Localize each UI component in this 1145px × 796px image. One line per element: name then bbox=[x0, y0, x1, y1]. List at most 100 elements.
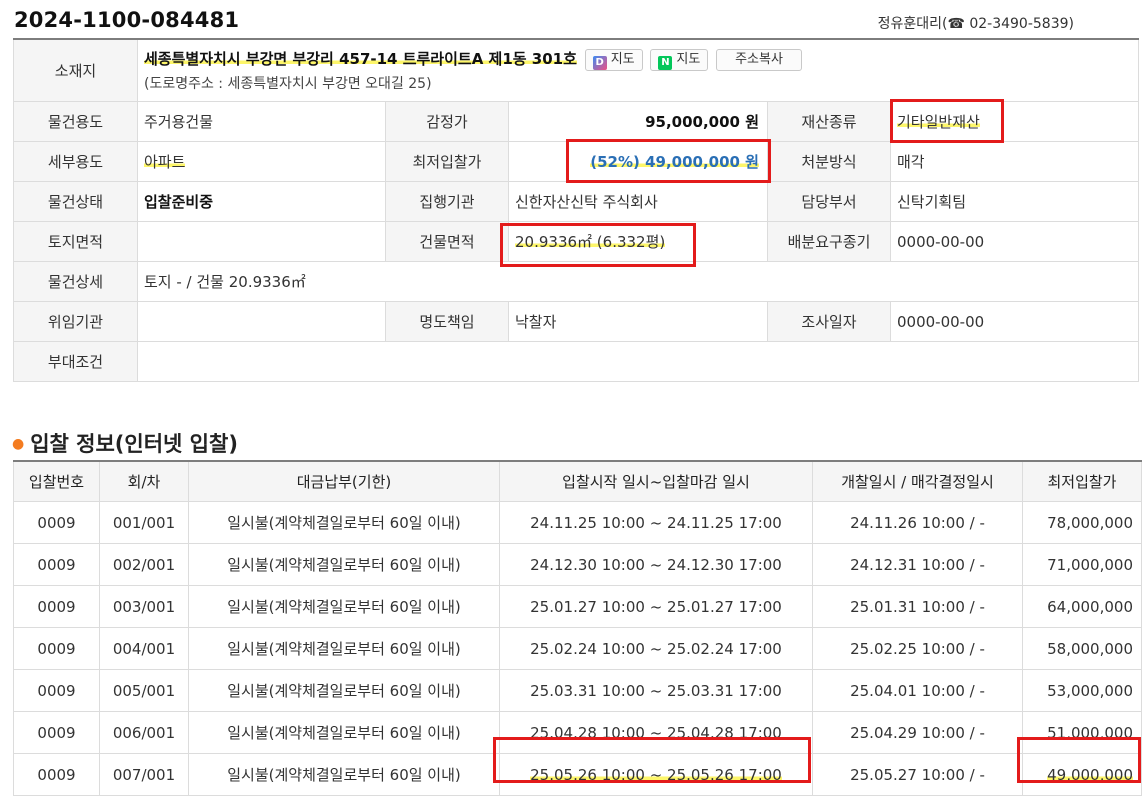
section-bullet-icon: ● bbox=[12, 436, 25, 452]
location-value: 세종특별자치시 부강면 부강리 457-14 트루라이트A 제1동 301호 D… bbox=[137, 38, 1139, 102]
round-text: 006/001 bbox=[112, 723, 176, 742]
bid-no-text: 0009 bbox=[37, 639, 76, 658]
bid-no-cell: 0009 bbox=[13, 543, 100, 586]
info-row-detail: 물건상세 토지 - / 건물 20.9336㎡ bbox=[13, 261, 1139, 302]
payment-text: 일시불(계약체결일로부터 60일 이내) bbox=[227, 724, 461, 742]
payment-cell: 일시불(계약체결일로부터 60일 이내) bbox=[188, 669, 500, 712]
bid-no-text: 0009 bbox=[37, 765, 76, 784]
bid-section-title: ● 입찰 정보(인터넷 입찰) bbox=[12, 428, 238, 458]
bid-no-text: 0009 bbox=[37, 513, 76, 532]
opening-text: 25.05.27 10:00 / - bbox=[850, 765, 985, 784]
opening-cell: 25.04.29 10:00 / - bbox=[812, 711, 1023, 754]
disposal-value: 매각 bbox=[890, 141, 1139, 182]
min-bid-cell: (52%) 49,000,000 원 bbox=[508, 141, 768, 182]
round-cell: 002/001 bbox=[99, 543, 189, 586]
daum-map-icon: D bbox=[592, 55, 607, 70]
round-cell: 004/001 bbox=[99, 627, 189, 670]
location-row: 소재지 세종특별자치시 부강면 부강리 457-14 트루라이트A 제1동 30… bbox=[13, 38, 1139, 102]
period-text: 25.02.24 10:00 ~ 25.02.24 17:00 bbox=[530, 639, 782, 658]
bid-no-cell: 0009 bbox=[13, 669, 100, 712]
naver-map-button[interactable]: N 지도 bbox=[650, 48, 709, 71]
land-area-value bbox=[137, 221, 386, 262]
agent-contact: 정유훈대리(☎ 02-3490-5839) bbox=[877, 16, 1074, 32]
asset-type-cell: 기타일반재산 bbox=[890, 101, 1139, 142]
period-text: 25.05.26 10:00 ~ 25.05.26 17:00 bbox=[530, 765, 782, 784]
period-cell: 25.03.31 10:00 ~ 25.03.31 17:00 bbox=[499, 669, 813, 712]
opening-text: 25.04.01 10:00 / - bbox=[850, 681, 985, 700]
department-value: 신탁기획팀 bbox=[890, 181, 1139, 222]
detail-label: 물건상세 bbox=[13, 261, 138, 302]
payment-cell: 일시불(계약체결일로부터 60일 이내) bbox=[188, 543, 500, 586]
asset-type-value: 기타일반재산 bbox=[897, 113, 980, 131]
price-cell: 71,000,000 bbox=[1022, 543, 1142, 586]
sub-usage-value: 아파트 bbox=[144, 153, 186, 171]
round-text: 003/001 bbox=[112, 597, 176, 616]
case-number: 2024-1100-084481 bbox=[14, 8, 240, 32]
bid-row: 0009 002/001 일시불(계약체결일로부터 60일 이내) 24.12.30 … bbox=[13, 543, 1142, 586]
opening-cell: 24.12.31 10:00 / - bbox=[812, 543, 1023, 586]
agent-name: 정유훈대리 bbox=[877, 16, 942, 32]
round-cell: 006/001 bbox=[99, 711, 189, 754]
survey-label: 조사일자 bbox=[767, 301, 891, 342]
bid-no-text: 0009 bbox=[37, 723, 76, 742]
info-row-delegator: 위임기관 명도책임 낙찰자 조사일자 0000-00-00 bbox=[13, 301, 1139, 342]
status-value: 입찰준비중 bbox=[137, 181, 386, 222]
round-text: 001/001 bbox=[112, 513, 176, 532]
survey-value: 0000-00-00 bbox=[890, 301, 1139, 342]
opening-cell: 25.01.31 10:00 / - bbox=[812, 585, 1023, 628]
eviction-label: 명도책임 bbox=[385, 301, 509, 342]
sub-usage-label: 세부용도 bbox=[13, 141, 138, 182]
bid-row: 0009 007/001 일시불(계약체결일로부터 60일 이내) 25.05.26 … bbox=[13, 753, 1142, 796]
appraisal-value: 95,000,000 원 bbox=[508, 101, 768, 142]
col-header-opening: 개찰일시 / 매각결정일시 bbox=[812, 460, 1023, 502]
executor-label: 집행기관 bbox=[385, 181, 509, 222]
price-cell: 53,000,000 bbox=[1022, 669, 1142, 712]
opening-cell: 25.05.27 10:00 / - bbox=[812, 753, 1023, 796]
payment-cell: 일시불(계약체결일로부터 60일 이내) bbox=[188, 711, 500, 754]
address-text: 세종특별자치시 부강면 부강리 457-14 트루라이트A 제1동 301호 bbox=[144, 50, 577, 69]
info-row-sub-usage: 세부용도 아파트 최저입찰가 (52%) 49,000,000 원 처분방식 매… bbox=[13, 141, 1139, 182]
distribution-value: 0000-00-00 bbox=[890, 221, 1139, 262]
round-cell: 005/001 bbox=[99, 669, 189, 712]
col-header-period: 입찰시작 일시~입찰마감 일시 bbox=[499, 460, 813, 502]
bid-no-text: 0009 bbox=[37, 555, 76, 574]
bid-no-cell: 0009 bbox=[13, 753, 100, 796]
price-text: 49,000,000 bbox=[1047, 765, 1133, 784]
opening-text: 25.02.25 10:00 / - bbox=[850, 639, 985, 658]
col-header-payment: 대금납부(기한) bbox=[188, 460, 500, 502]
property-info-table: 소재지 세종특별자치시 부강면 부강리 457-14 트루라이트A 제1동 30… bbox=[13, 38, 1139, 382]
copy-address-button[interactable]: 주소복사 bbox=[716, 48, 802, 71]
period-cell: 25.01.27 10:00 ~ 25.01.27 17:00 bbox=[499, 585, 813, 628]
bid-no-cell: 0009 bbox=[13, 585, 100, 628]
col-header-round: 회/차 bbox=[99, 460, 189, 502]
eviction-value: 낙찰자 bbox=[508, 301, 768, 342]
detail-value: 토지 - / 건물 20.9336㎡ bbox=[137, 261, 1139, 302]
executor-value: 신한자산신탁 주식회사 bbox=[508, 181, 768, 222]
payment-text: 일시불(계약체결일로부터 60일 이내) bbox=[227, 640, 461, 658]
payment-text: 일시불(계약체결일로부터 60일 이내) bbox=[227, 514, 461, 532]
round-text: 005/001 bbox=[112, 681, 176, 700]
price-text: 51,000,000 bbox=[1047, 723, 1133, 742]
round-cell: 007/001 bbox=[99, 753, 189, 796]
usage-label: 물건용도 bbox=[13, 101, 138, 142]
period-text: 25.04.28 10:00 ~ 25.04.28 17:00 bbox=[530, 723, 782, 742]
building-area-label: 건물면적 bbox=[385, 221, 509, 262]
opening-cell: 25.04.01 10:00 / - bbox=[812, 669, 1023, 712]
opening-text: 24.12.31 10:00 / - bbox=[850, 555, 985, 574]
bid-info-table: 입찰번호 회/차 대금납부(기한) 입찰시작 일시~입찰마감 일시 개찰일시 /… bbox=[13, 460, 1142, 796]
min-bid-label: 최저입찰가 bbox=[385, 141, 509, 182]
period-text: 24.11.25 10:00 ~ 24.11.25 17:00 bbox=[530, 513, 782, 532]
price-cell: 64,000,000 bbox=[1022, 585, 1142, 628]
payment-text: 일시불(계약체결일로부터 60일 이내) bbox=[227, 682, 461, 700]
bid-row: 0009 006/001 일시불(계약체결일로부터 60일 이내) 25.04.28 … bbox=[13, 711, 1142, 754]
payment-cell: 일시불(계약체결일로부터 60일 이내) bbox=[188, 501, 500, 544]
info-row-status: 물건상태 입찰준비중 집행기관 신한자산신탁 주식회사 담당부서 신탁기획팀 bbox=[13, 181, 1139, 222]
bid-row: 0009 003/001 일시불(계약체결일로부터 60일 이내) 25.01.27 … bbox=[13, 585, 1142, 628]
opening-cell: 24.11.26 10:00 / - bbox=[812, 501, 1023, 544]
min-bid-value: (52%) 49,000,000 원 bbox=[590, 153, 759, 171]
naver-map-icon: N bbox=[658, 55, 673, 70]
period-text: 24.12.30 10:00 ~ 24.12.30 17:00 bbox=[530, 555, 782, 574]
conditions-label: 부대조건 bbox=[13, 341, 138, 382]
price-text: 53,000,000 bbox=[1047, 681, 1133, 700]
daum-map-button[interactable]: D 지도 bbox=[584, 48, 643, 71]
